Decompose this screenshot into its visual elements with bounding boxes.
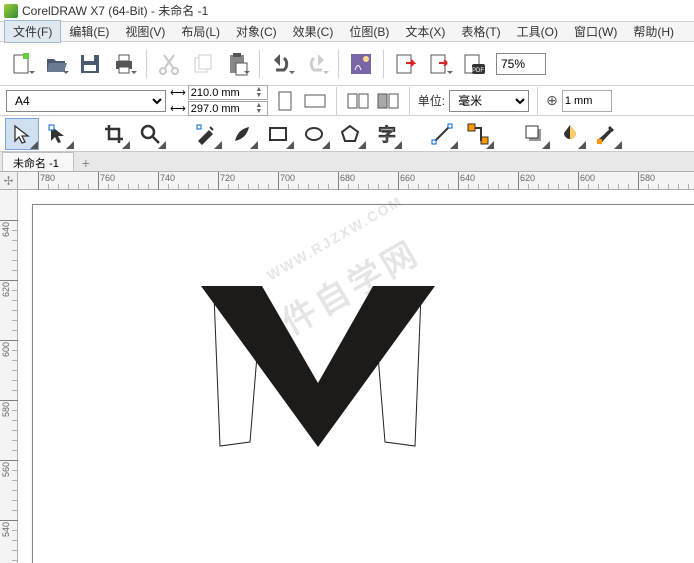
save-button[interactable] xyxy=(74,48,106,80)
zoom-level-input[interactable] xyxy=(496,53,546,75)
ruler-vertical[interactable]: 640620600580560540 xyxy=(0,190,18,563)
new-button[interactable] xyxy=(6,48,38,80)
menu-window[interactable]: 窗口(W) xyxy=(566,21,625,42)
nudge-icon: ⊕ xyxy=(546,92,558,109)
property-bar: A4 ⟷ ▲▼ ⟷ ▲▼ 单位: 毫米 ⊕ xyxy=(0,86,694,116)
import-button[interactable] xyxy=(390,48,422,80)
doc-tab-1[interactable]: 未命名 -1 xyxy=(2,152,74,171)
menu-help[interactable]: 帮助(H) xyxy=(625,21,682,42)
height-spinner[interactable]: ▲▼ xyxy=(253,103,265,115)
portrait-button[interactable] xyxy=(272,88,298,114)
publish-pdf-button[interactable]: PDF xyxy=(458,48,490,80)
crop-tool[interactable] xyxy=(98,119,130,149)
document-tabs: 未命名 -1 + xyxy=(0,152,694,172)
menu-edit[interactable]: 编辑(E) xyxy=(61,21,117,42)
print-button[interactable] xyxy=(108,48,140,80)
paste-button[interactable] xyxy=(221,48,253,80)
drop-shadow-tool[interactable] xyxy=(518,119,550,149)
copy-button[interactable] xyxy=(187,48,219,80)
export-button[interactable] xyxy=(424,48,456,80)
landscape-button[interactable] xyxy=(302,88,328,114)
svg-text:字: 字 xyxy=(378,125,396,145)
artwork xyxy=(18,190,694,563)
all-pages-button[interactable] xyxy=(345,88,371,114)
ruler-origin[interactable]: ✢ xyxy=(0,172,18,190)
width-spinner[interactable]: ▲▼ xyxy=(253,87,265,99)
menu-bitmap[interactable]: 位图(B) xyxy=(341,21,397,42)
redo-button[interactable] xyxy=(300,48,332,80)
zoom-tool[interactable] xyxy=(134,119,166,149)
rectangle-tool[interactable] xyxy=(262,119,294,149)
window-title: CorelDRAW X7 (64-Bit) - 未命名 -1 xyxy=(22,2,208,19)
menu-text[interactable]: 文本(X) xyxy=(397,21,453,42)
text-tool[interactable]: 字 xyxy=(370,119,402,149)
page-width-input[interactable] xyxy=(191,86,253,99)
menu-object[interactable]: 对象(C) xyxy=(228,21,285,42)
paper-size-combo[interactable]: A4 xyxy=(6,90,166,112)
app-icon xyxy=(4,4,18,18)
current-page-button[interactable] xyxy=(375,88,401,114)
artistic-media-tool[interactable] xyxy=(226,119,258,149)
freehand-tool[interactable] xyxy=(190,119,222,149)
menu-view[interactable]: 视图(V) xyxy=(117,21,173,42)
width-icon: ⟷ xyxy=(170,86,186,99)
search-content-button[interactable] xyxy=(345,48,377,80)
open-button[interactable] xyxy=(40,48,72,80)
undo-button[interactable] xyxy=(266,48,298,80)
shape-tool[interactable] xyxy=(42,119,74,149)
menu-table[interactable]: 表格(T) xyxy=(453,21,508,42)
unit-label: 单位: xyxy=(418,92,445,109)
menu-layout[interactable]: 布局(L) xyxy=(173,21,228,42)
dimension-tool[interactable] xyxy=(426,119,458,149)
work-area: ✢ 780760740720700680660640620600580 6406… xyxy=(0,172,694,563)
menu-file[interactable]: 文件(F) xyxy=(4,20,61,43)
menubar: 文件(F) 编辑(E) 视图(V) 布局(L) 对象(C) 效果(C) 位图(B… xyxy=(0,22,694,42)
ruler-horizontal[interactable]: 780760740720700680660640620600580 xyxy=(18,172,694,190)
cut-button[interactable] xyxy=(153,48,185,80)
ellipse-tool[interactable] xyxy=(298,119,330,149)
add-tab-button[interactable]: + xyxy=(78,155,94,171)
pick-tool[interactable] xyxy=(6,119,38,149)
page-height-input[interactable] xyxy=(191,102,253,115)
polygon-tool[interactable] xyxy=(334,119,366,149)
canvas[interactable]: 软件自学网 WWW.RJZXW.COM xyxy=(18,190,694,563)
titlebar: CorelDRAW X7 (64-Bit) - 未命名 -1 xyxy=(0,0,694,22)
transparency-tool[interactable] xyxy=(554,119,586,149)
standard-toolbar: PDF xyxy=(0,42,694,86)
height-icon: ⟷ xyxy=(170,102,186,115)
unit-combo[interactable]: 毫米 xyxy=(449,90,529,112)
svg-text:PDF: PDF xyxy=(472,68,484,74)
menu-effects[interactable]: 效果(C) xyxy=(285,21,342,42)
toolbox: 字 xyxy=(0,116,694,152)
nudge-input[interactable] xyxy=(565,91,609,111)
connector-tool[interactable] xyxy=(462,119,494,149)
menu-tools[interactable]: 工具(O) xyxy=(509,21,566,42)
eyedropper-tool[interactable] xyxy=(590,119,622,149)
